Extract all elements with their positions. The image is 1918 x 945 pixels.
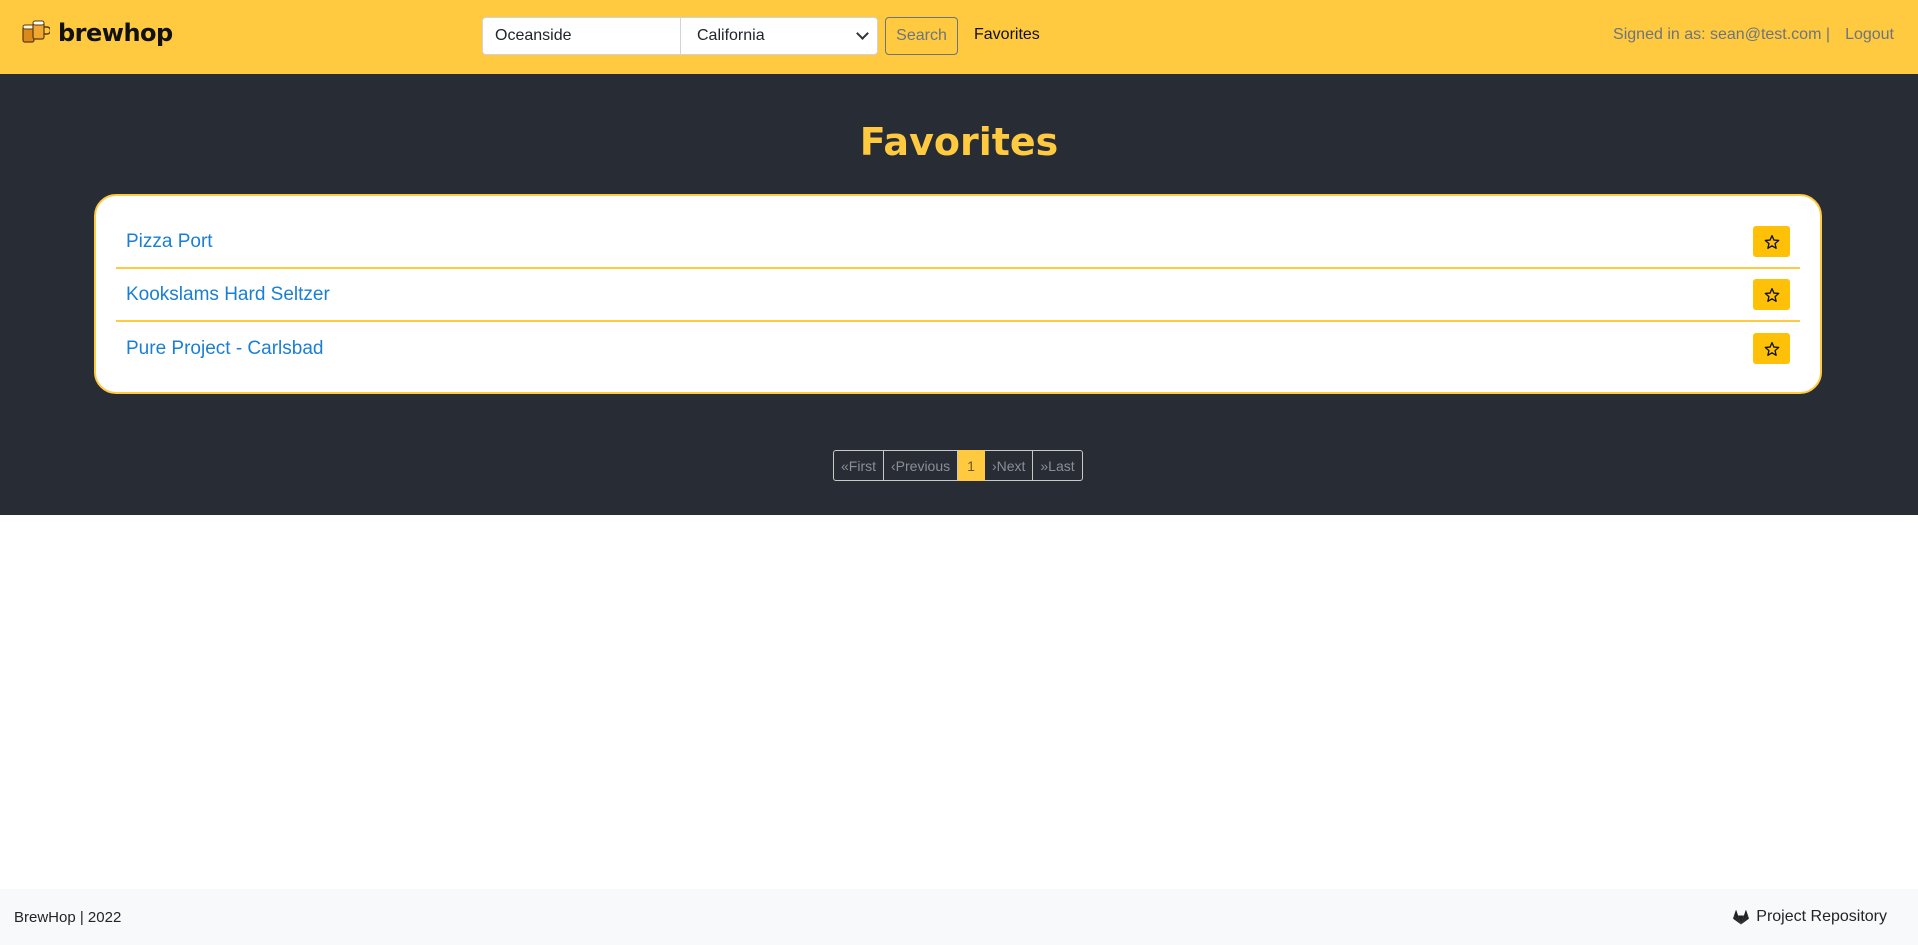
search-form: California bbox=[482, 17, 878, 55]
gitlab-icon bbox=[1733, 909, 1750, 924]
star-icon bbox=[1764, 234, 1779, 249]
favorite-toggle-button[interactable] bbox=[1753, 226, 1790, 257]
list-item: Pizza Port bbox=[116, 216, 1800, 269]
favorites-list: Pizza Port Kookslams Hard Seltzer Pure P… bbox=[94, 194, 1822, 394]
project-repository-label: Project Repository bbox=[1756, 908, 1887, 925]
star-icon bbox=[1764, 341, 1779, 356]
favorite-toggle-button[interactable] bbox=[1753, 333, 1790, 364]
pagination-last[interactable]: »Last bbox=[1033, 450, 1083, 481]
pagination: «First ‹Previous 1 ›Next »Last bbox=[833, 450, 1083, 481]
state-select[interactable]: California bbox=[680, 17, 878, 55]
list-item: Kookslams Hard Seltzer bbox=[116, 269, 1800, 322]
project-repository-link[interactable]: Project Repository bbox=[1733, 908, 1887, 926]
logout-link[interactable]: Logout bbox=[1845, 26, 1894, 44]
list-item: Pure Project - Carlsbad bbox=[116, 322, 1800, 375]
chevron-down-icon bbox=[856, 27, 869, 40]
page-title: Favorites bbox=[859, 120, 1059, 164]
pagination-current-page[interactable]: 1 bbox=[958, 450, 985, 481]
star-icon bbox=[1764, 287, 1779, 302]
beer-mugs-logo-icon bbox=[22, 20, 50, 43]
signed-in-text: Signed in as: sean@test.com | bbox=[1613, 26, 1830, 43]
top-navbar: brewhop California Search Favorites Sign… bbox=[0, 0, 1918, 74]
footer: BrewHop | 2022 Project Repository bbox=[0, 889, 1918, 945]
brewery-link[interactable]: Kookslams Hard Seltzer bbox=[126, 284, 330, 306]
pagination-previous[interactable]: ‹Previous bbox=[884, 450, 959, 481]
search-button[interactable]: Search bbox=[885, 17, 958, 55]
brewery-link[interactable]: Pure Project - Carlsbad bbox=[126, 338, 323, 360]
pagination-first[interactable]: «First bbox=[833, 450, 884, 481]
favorite-toggle-button[interactable] bbox=[1753, 279, 1790, 310]
state-select-value: California bbox=[697, 27, 765, 44]
main-section: Favorites Pizza Port Kookslams Hard Selt… bbox=[0, 74, 1918, 515]
brand-name: brewhop bbox=[58, 19, 173, 47]
brewery-link[interactable]: Pizza Port bbox=[126, 231, 213, 253]
favorites-nav-link[interactable]: Favorites bbox=[974, 26, 1040, 44]
footer-copyright: BrewHop | 2022 bbox=[14, 909, 122, 926]
pagination-next[interactable]: ›Next bbox=[984, 450, 1034, 481]
city-input[interactable] bbox=[482, 17, 680, 55]
brand-link[interactable]: brewhop bbox=[20, 18, 173, 48]
